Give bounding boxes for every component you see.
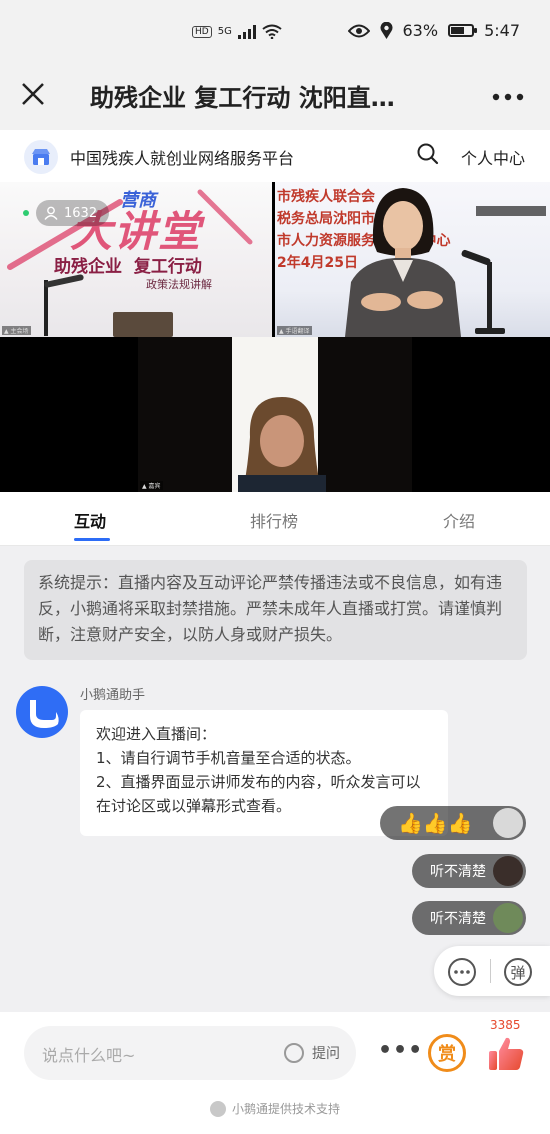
eye-icon [347,24,370,37]
xiaoe-logo-icon [209,1100,226,1117]
message-line: 2、直播界面显示讲师发布的内容，听众发言可以在讨论区或以弹幕形式查看。 [96,773,421,815]
network-status: HD 5G [192,24,282,39]
comment-placeholder: 说点什么吧~ [42,1046,136,1065]
active-tab-indicator [74,538,110,541]
search-button[interactable] [416,142,440,166]
viewer-count-badge[interactable]: 1632 [36,200,110,226]
tile-info-tag [476,206,546,216]
guest-figure [238,397,326,492]
assistant-name: 小鹅通助手 [80,688,146,703]
danmaku-avatar [493,903,523,933]
more-actions-button[interactable]: ••• [378,1038,423,1063]
mic-base [475,328,505,334]
bottom-bar: 说点什么吧~ 提问 ••• 赏 3385 小鹅通提供技术支持 [0,1012,550,1134]
banner-subtitle: 政策法规讲解 [146,278,212,291]
live-indicator [23,210,29,216]
reward-button[interactable]: 赏 [428,1034,466,1072]
more-menu-button[interactable] [492,78,524,108]
danmaku-text: 👍👍👍 [398,811,473,835]
battery-icon [448,24,478,37]
clock: 5:47 [484,21,520,40]
message-line: 1、请自行调节手机音量至合适的状态。 [96,749,361,767]
wifi-icon [262,24,282,39]
ask-question-label[interactable]: 提问 [312,1043,340,1063]
hd-badge: HD [192,25,212,38]
tab-intro[interactable]: 介绍 [443,508,475,532]
danmaku-avatar [493,856,523,886]
page-title: 助残企业 复工行动 沈阳直… [90,84,395,112]
ask-question-radio[interactable] [284,1043,304,1063]
platform-bar: 中国残疾人就创业网络服务平台 个人中心 [0,130,550,182]
danmaku-avatar [493,808,523,838]
live-video-player[interactable]: 营商 大讲堂 助残企业 复工行动 政策法规讲解 ▲ 主会场 市残疾人联合会 税务… [0,182,550,492]
tab-interaction[interactable]: 互动 [74,508,106,532]
platform-name[interactable]: 中国残疾人就创业网络服务平台 [70,145,294,169]
tile-label: ▲ 嘉宾 [140,481,163,490]
danmaku-toggle[interactable]: 弹 [504,958,532,986]
danmaku-item[interactable]: 听不清楚 [412,854,526,888]
battery-percent: 63% [402,21,439,40]
store-icon [32,149,50,165]
video-tile-guest: ▲ 嘉宾 [138,337,412,492]
platform-logo[interactable] [24,140,58,174]
tile-label: ▲ 手语翻译 [277,326,312,335]
powered-by: 小鹅通提供技术支持 [0,1100,550,1117]
search-icon [417,143,439,165]
location-icon [380,22,392,39]
divider [490,959,491,983]
microphone-stand [44,280,48,336]
system-notice: 系统提示：直播内容及互动评论严禁传播违法或不良信息，如有违反，小鹅通将采取封禁措… [24,560,527,660]
danmaku-controls: 弹 [434,946,550,996]
system-status: 63% 5:47 [347,21,520,40]
more-icon [492,93,524,101]
comment-button[interactable] [448,958,476,986]
like-button[interactable] [486,1034,526,1074]
signal-icon [237,24,256,39]
thumbs-up-icon [489,1037,524,1070]
podium-box [113,312,173,337]
tab-ranking[interactable]: 排行榜 [250,508,298,532]
microphone-stand [487,262,492,332]
viewer-count: 1632 [64,205,98,221]
powered-by-text: 小鹅通提供技术支持 [231,1102,340,1116]
danmaku-text: 听不清楚 [430,911,486,927]
person-icon [44,206,58,220]
speaker-figure [345,188,461,337]
tab-bar: 互动 排行榜 介绍 [0,492,550,546]
message-line: 欢迎进入直播间： [96,725,217,743]
personal-center-link[interactable]: 个人中心 [461,145,525,169]
close-button[interactable] [18,80,48,110]
status-bar: HD 5G 63% 5:47 [0,0,550,66]
network-label: 5G [217,26,232,37]
close-icon [22,83,44,105]
title-bar: 助残企业 复工行动 沈阳直… [0,66,550,130]
comment-icon [454,970,470,974]
comment-input[interactable]: 说点什么吧~ 提问 [24,1026,356,1080]
video-tile-speaker: 市残疾人联合会 税务总局沈阳市 市人力资源服务 执法中心 2年4月25日 ▲ 手… [275,182,550,337]
like-count: 3385 [490,1018,521,1032]
assistant-avatar[interactable] [16,686,68,738]
danmaku-item[interactable]: 👍👍👍 [380,806,526,840]
banner-slogan: 助残企业 复工行动 [54,257,202,277]
danmaku-item[interactable]: 听不清楚 [412,901,526,935]
danmaku-text: 听不清楚 [430,864,486,880]
battery-level-fill [451,27,465,34]
tile-label: ▲ 主会场 [2,326,31,335]
goose-logo-icon [30,700,59,728]
